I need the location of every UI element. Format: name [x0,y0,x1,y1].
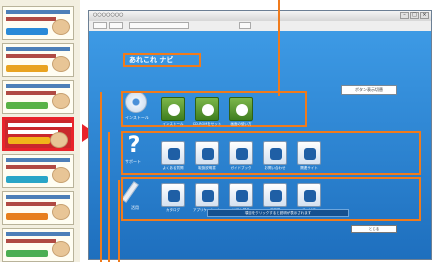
address-field[interactable] [129,22,189,29]
tile-icon [236,104,248,116]
tile-icon [202,190,214,202]
promo-item[interactable] [2,191,74,225]
tile-button[interactable] [161,141,185,165]
character-icon [52,56,70,72]
promo-item[interactable] [2,6,74,40]
tile-icon [304,190,316,202]
tile-icon [304,148,316,160]
tile-button[interactable] [263,141,287,165]
tile-button[interactable] [195,97,219,121]
tile-icon [168,104,180,116]
tile-icon [168,148,180,160]
message-bar: 項目をクリックすると説明が表示されます [207,209,349,217]
close-icon[interactable]: × [420,12,429,19]
promo-item[interactable] [2,43,74,77]
app-window: ○○○○○○○ – □ × あれこれ ナビ ボタン表示切替 ? インストール サ… [88,10,432,260]
back-button[interactable] [93,22,107,29]
character-icon [52,93,70,109]
app-title: あれこれ ナビ [123,53,201,67]
tile-icon [236,148,248,160]
tile-icon [168,190,180,202]
window-title: ○○○○○○○ [93,12,124,18]
tile-label: 関連サイト [300,166,318,170]
callout-line [278,0,280,96]
character-icon [52,204,70,220]
tile-button[interactable] [195,183,219,207]
maximize-icon[interactable]: □ [410,12,419,19]
character-icon [52,167,70,183]
tile-button[interactable] [229,141,253,165]
callout-line [118,180,120,262]
minimize-icon[interactable]: – [400,12,409,19]
character-icon [52,241,70,257]
tile-button[interactable] [161,97,185,121]
tile-icon [236,190,248,202]
character-icon [50,132,68,148]
display-toggle-button[interactable]: ボタン表示切替 [341,85,397,95]
promo-item[interactable] [2,80,74,114]
tile-button[interactable] [161,183,185,207]
tile-button[interactable] [297,183,321,207]
tile-icon [270,190,282,202]
callout-line [100,92,102,262]
tile-button[interactable] [229,97,253,121]
character-icon [52,19,70,35]
promo-item[interactable] [2,228,74,262]
callout-line [108,132,110,262]
forward-button[interactable] [109,22,123,29]
tile-icon [202,104,214,116]
close-button[interactable]: とじる [351,225,397,233]
tile-label: 画面の使い方 [230,122,252,126]
promo-item[interactable] [2,117,74,151]
tile-button[interactable] [263,183,287,207]
promo-column [0,0,80,262]
tile-button[interactable] [297,141,321,165]
home-button[interactable] [239,22,251,29]
promo-item[interactable] [2,154,74,188]
tile-icon [202,148,214,160]
tile-button[interactable] [229,183,253,207]
tile-icon [270,148,282,160]
tile-button[interactable] [195,141,219,165]
